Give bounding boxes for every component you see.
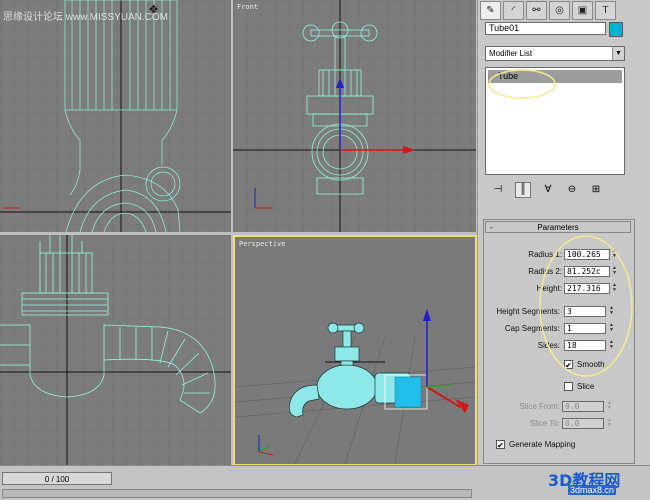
modifier-list-dropdown[interactable]: Modifier List ▼ [485,46,625,61]
viewport-front[interactable]: Front [233,0,476,232]
show-end-result-icon[interactable]: ║ [515,182,531,198]
utilities-icon: T [602,5,609,16]
cursor-icon: ✥ [149,4,159,16]
slice-from-field[interactable] [562,401,604,412]
motion-icon: ◎ [555,5,564,16]
hierarchy-tab[interactable]: ⚯ [526,1,547,20]
viewport-perspective-canvas [235,309,475,464]
modifier-stack[interactable]: Tube [485,67,625,175]
annotation-ellipse [488,69,556,99]
viewport-front-canvas [233,0,476,232]
generate-mapping-checkbox[interactable]: ✔ [496,440,505,450]
timeline-track[interactable] [2,489,472,498]
pin-stack-icon[interactable]: ⊣ [491,183,505,197]
configure-modifier-sets-icon[interactable]: ⊞ [589,183,603,197]
hierarchy-icon: ⚯ [532,5,541,16]
command-panel-tabs: ✎ ◜ ⚯ ◎ ▣ T [480,1,649,20]
display-icon: ▣ [577,5,588,16]
make-unique-icon[interactable]: ∀ [541,183,555,197]
stack-toolbar: ⊣ ║ ∀ ⊖ ⊞ [485,180,631,200]
parameters-rollout: - Parameters Radius 1: ▲▼ Radius 2: ▲▼ H… [483,219,635,464]
slice-to-label: Slice To: [529,419,560,428]
time-slider[interactable]: 0 / 100 [2,472,112,485]
annotation-ellipse-params [539,235,633,377]
modify-icon: ◜ [511,5,516,16]
parameters-header[interactable]: - Parameters [485,221,631,233]
utilities-tab[interactable]: T [595,1,616,20]
create-tab[interactable]: ✎ [480,1,501,20]
viewport-perspective[interactable]: Perspective [233,235,477,466]
viewport-left-canvas [0,235,231,465]
slice-to-field[interactable] [562,418,604,429]
object-name-field[interactable] [485,22,606,35]
viewport-perspective-label: Perspective [239,240,286,248]
chevron-down-icon[interactable]: ▼ [612,47,624,60]
parameters-title: Parameters [537,223,579,232]
viewport-front-label: Front [237,3,259,11]
create-icon: ✎ [486,5,495,16]
remove-modifier-icon[interactable]: ⊖ [565,183,579,197]
viewport-divider-horizontal[interactable] [0,232,477,235]
slice-from-label: Slice From: [519,402,560,411]
collapse-icon: - [490,223,493,232]
command-panel: ✎ ◜ ⚯ ◎ ▣ T Modifier List ▼ Tube ⊣ ║ ∀ ⊖… [477,0,650,465]
watermark-text: 思缘设计论坛 www.MISSYUAN.COM [3,12,169,23]
display-tab[interactable]: ▣ [572,1,593,20]
modify-tab[interactable]: ◜ [503,1,524,20]
slice-from-spinner[interactable]: ▲ ▼ [606,401,613,412]
object-color-swatch[interactable] [609,22,623,37]
viewport-top-canvas [0,0,231,232]
viewport-left[interactable] [0,235,231,465]
viewport-top[interactable]: 思缘设计论坛 www.MISSYUAN.COM ✥ [0,0,231,232]
generate-mapping-label: Generate Mapping [509,440,576,449]
slice-to-spinner[interactable]: ▲ ▼ [606,418,613,429]
site-logo: 3D教程网 3dmax8.cn [548,467,648,497]
modifier-list-label: Modifier List [489,49,533,58]
logo-sub-text: 3dmax8.cn [568,485,617,495]
motion-tab[interactable]: ◎ [549,1,570,20]
